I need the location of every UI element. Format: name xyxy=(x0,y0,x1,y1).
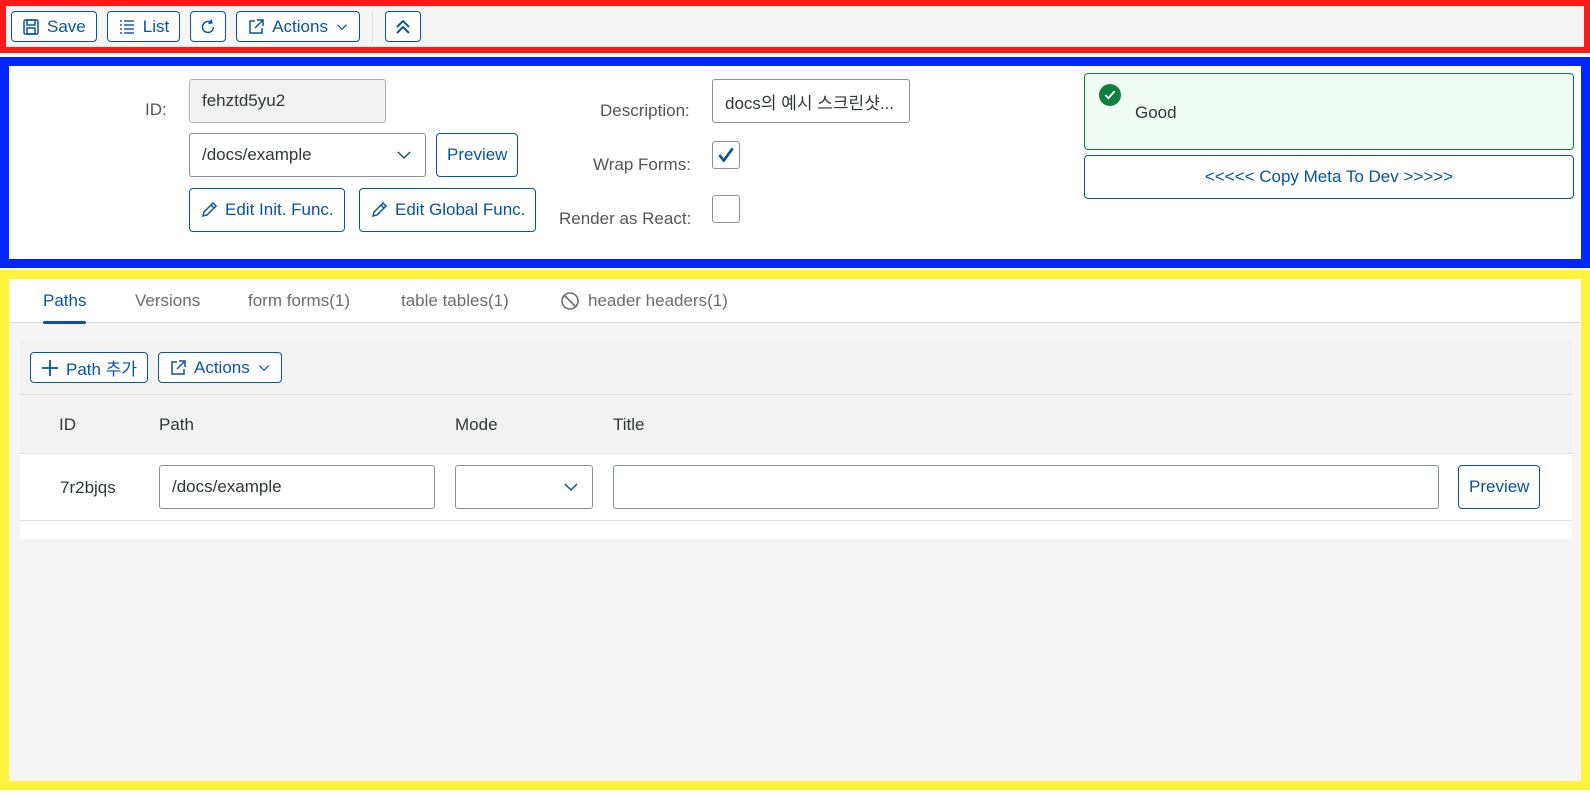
main-toolbar: Save List Actions xyxy=(0,0,1590,53)
copy-meta-label: <<<<< Copy Meta To Dev >>>>> xyxy=(1204,167,1454,186)
path-select-value: /docs/example xyxy=(202,145,312,164)
collapse-header-button[interactable] xyxy=(384,11,421,42)
edit-global-func-label: Edit Global Func. xyxy=(395,200,526,219)
row-preview-label: Preview xyxy=(1469,477,1530,496)
description-input[interactable]: docs의 예시 스크린샷... xyxy=(712,79,910,123)
chevron-down-icon xyxy=(562,478,580,496)
share-icon xyxy=(169,359,187,377)
save-button-label: Save xyxy=(47,16,86,36)
list-button-label: List xyxy=(142,16,170,36)
column-header-id: ID xyxy=(59,415,76,434)
row-id: 7r2bjqs xyxy=(60,478,116,497)
chevron-down-icon xyxy=(335,20,349,34)
tab-label: Paths xyxy=(43,291,87,310)
tab-container: Paths Versions form forms(1) table table… xyxy=(0,270,1590,790)
pencil-icon xyxy=(370,201,388,219)
row-path-value: /docs/example xyxy=(172,477,282,496)
list-icon xyxy=(118,18,136,36)
preview-button-label: Preview xyxy=(447,145,508,164)
column-header-mode: Mode xyxy=(455,415,498,434)
edit-init-func-button[interactable]: Edit Init. Func. xyxy=(189,188,345,232)
refresh-button[interactable] xyxy=(190,11,227,42)
tab-paths[interactable]: Paths xyxy=(43,291,87,324)
paths-table: Path 추가 Actions ID Path Mode Title 7r2bj… xyxy=(20,341,1572,539)
table-actions-button[interactable]: Actions xyxy=(157,352,282,383)
actions-button-label: Actions xyxy=(272,16,328,36)
double-chevron-up-icon xyxy=(394,18,412,36)
table-actions-label: Actions xyxy=(193,357,250,377)
tab-bar: Paths Versions form forms(1) table table… xyxy=(9,279,1581,324)
table-toolbar: Path 추가 Actions xyxy=(20,341,1572,395)
tab-headers[interactable]: header headers(1) xyxy=(560,291,728,311)
share-icon xyxy=(247,18,265,36)
add-path-label: Path 추가 xyxy=(66,360,137,379)
add-path-button[interactable]: Path 추가 xyxy=(30,352,148,383)
plus-icon xyxy=(41,359,59,377)
wrap-forms-checkbox[interactable] xyxy=(712,141,740,169)
id-label: ID: xyxy=(145,100,167,119)
description-label: Description: xyxy=(600,101,690,120)
column-header-title: Title xyxy=(613,415,645,434)
row-mode-select[interactable] xyxy=(455,465,593,509)
status-text: Good xyxy=(1135,103,1177,122)
status-message: Good xyxy=(1084,73,1574,150)
row-title-input[interactable] xyxy=(613,465,1439,509)
table-header: ID Path Mode Title xyxy=(20,395,1572,454)
tab-label: Versions xyxy=(135,291,201,310)
path-select[interactable]: /docs/example xyxy=(189,133,426,177)
pencil-icon xyxy=(200,201,218,219)
save-button[interactable]: Save xyxy=(11,11,97,42)
tab-forms[interactable]: form forms(1) xyxy=(248,291,350,311)
actions-button[interactable]: Actions xyxy=(236,11,360,42)
table-row: 7r2bjqs /docs/example Preview xyxy=(20,454,1572,521)
row-preview-button[interactable]: Preview xyxy=(1458,465,1541,509)
tab-label: header headers(1) xyxy=(588,291,728,310)
column-header-path: Path xyxy=(159,415,194,434)
tab-label: table tables(1) xyxy=(401,291,509,310)
preview-button[interactable]: Preview xyxy=(436,133,519,177)
row-path-input[interactable]: /docs/example xyxy=(159,465,435,509)
tab-tables[interactable]: table tables(1) xyxy=(401,291,509,311)
chevron-down-icon xyxy=(257,361,271,375)
success-check-icon xyxy=(1099,84,1121,106)
tab-versions[interactable]: Versions xyxy=(135,291,200,311)
id-value: fehztd5yu2 xyxy=(202,91,286,110)
edit-global-func-button[interactable]: Edit Global Func. xyxy=(359,188,537,232)
tab-label: form forms(1) xyxy=(248,291,350,310)
object-header: ID: fehztd5yu2 /docs/example Preview Edi… xyxy=(0,57,1590,268)
description-value: docs의 예시 스크린샷... xyxy=(725,93,895,113)
copy-meta-to-dev-button[interactable]: <<<<< Copy Meta To Dev >>>>> xyxy=(1084,155,1574,199)
chevron-down-icon xyxy=(395,146,413,164)
id-field: fehztd5yu2 xyxy=(189,79,386,123)
save-icon xyxy=(22,18,40,36)
render-react-checkbox[interactable] xyxy=(712,195,740,223)
list-button[interactable]: List xyxy=(106,11,181,42)
refresh-icon xyxy=(199,18,217,36)
wrap-forms-label: Wrap Forms: xyxy=(593,155,691,174)
checkmark-icon xyxy=(716,145,736,165)
edit-init-func-label: Edit Init. Func. xyxy=(225,200,334,219)
render-react-label: Render as React: xyxy=(559,209,692,228)
toolbar-separator xyxy=(371,11,373,42)
blocked-icon xyxy=(560,291,580,311)
